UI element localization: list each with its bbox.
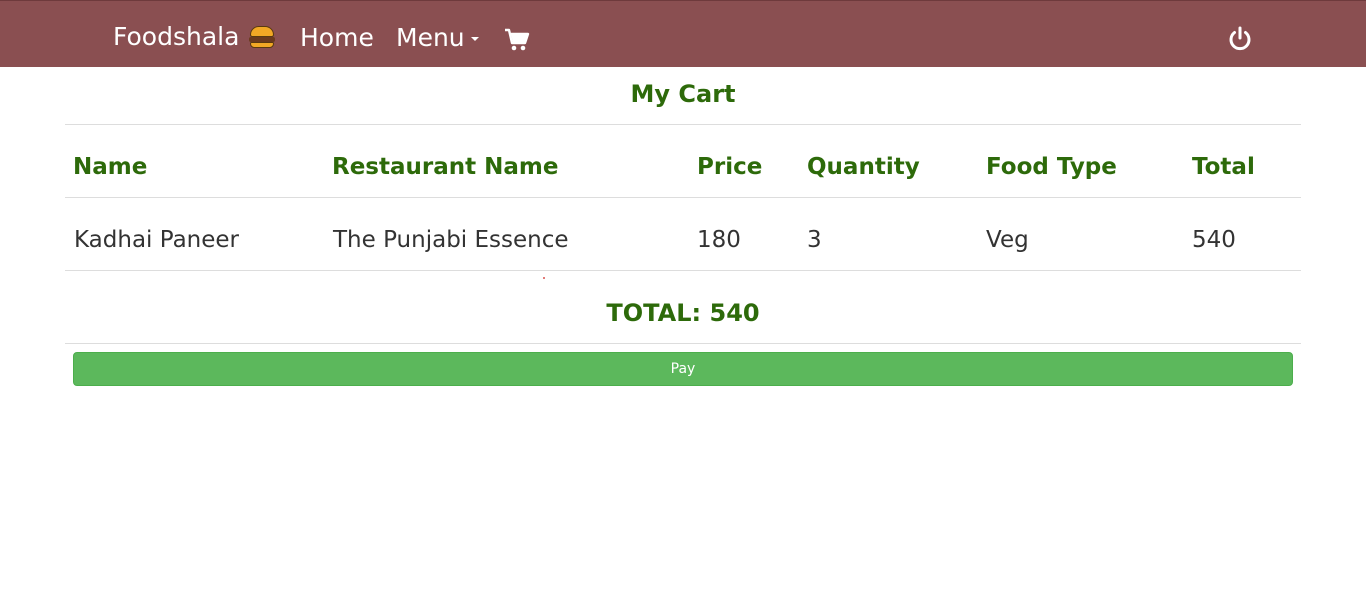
header-restaurant-name: Restaurant Name <box>332 154 559 180</box>
cell-quantity: 3 <box>807 227 822 253</box>
header-total: Total <box>1192 154 1255 180</box>
burger-icon <box>249 26 276 48</box>
header-name: Name <box>73 154 148 180</box>
divider <box>65 270 1301 271</box>
cart-total: TOTAL: 540 <box>606 299 760 327</box>
caret-down-icon <box>470 37 479 41</box>
divider <box>65 343 1301 344</box>
page-title: My Cart <box>630 80 736 108</box>
brand-name: Foodshala <box>113 22 240 51</box>
shopping-cart-icon[interactable] <box>504 27 530 53</box>
header-quantity: Quantity <box>807 154 920 180</box>
header-food-type: Food Type <box>986 154 1117 180</box>
cell-food-type: Veg <box>986 227 1029 253</box>
pay-button[interactable]: Pay <box>73 352 1293 386</box>
divider <box>65 124 1301 125</box>
power-icon[interactable] <box>1226 25 1254 53</box>
cell-name: Kadhai Paneer <box>74 227 240 253</box>
cell-total: 540 <box>1192 227 1236 253</box>
header-price: Price <box>697 154 763 180</box>
cell-price: 180 <box>697 227 741 253</box>
cell-restaurant-name: The Punjabi Essence <box>333 227 569 253</box>
stray-dot <box>543 277 545 279</box>
nav-menu-dropdown[interactable]: Menu <box>396 21 479 55</box>
nav-menu-label: Menu <box>396 23 465 52</box>
brand-link[interactable]: Foodshala <box>113 21 276 53</box>
navbar: Foodshala Home Menu <box>0 0 1366 67</box>
divider <box>65 197 1301 198</box>
nav-home-link[interactable]: Home <box>300 21 374 55</box>
